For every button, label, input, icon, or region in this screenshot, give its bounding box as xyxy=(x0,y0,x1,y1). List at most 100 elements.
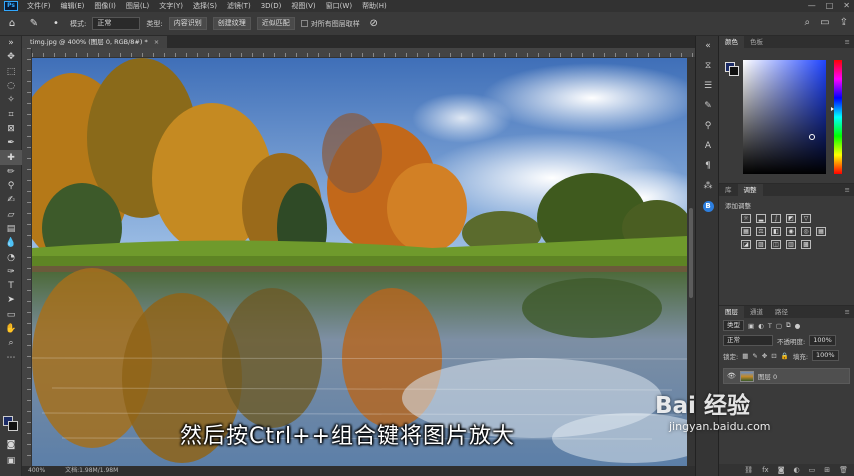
hand-tool-icon[interactable]: ✋ xyxy=(0,322,22,336)
filter-shape-icon[interactable]: ▢ xyxy=(776,322,782,330)
search-icon[interactable]: ⌕ xyxy=(805,17,811,28)
mode-select[interactable]: 正常 xyxy=(92,17,141,30)
blur-tool-icon[interactable]: 💧 xyxy=(0,236,22,250)
share-icon[interactable]: ⇪ xyxy=(840,17,848,28)
content-aware-button[interactable]: 内容识别 xyxy=(168,17,207,30)
healing-brush-tool-icon[interactable]: ✚ xyxy=(0,150,22,165)
layer-row[interactable]: 👁 图层 0 xyxy=(723,368,850,384)
vibrance-icon[interactable]: ▽ xyxy=(801,214,811,223)
layers-menu-icon[interactable]: ≡ xyxy=(845,306,854,318)
marquee-tool-icon[interactable]: ⬚ xyxy=(0,65,22,79)
tab-color[interactable]: 颜色 xyxy=(719,36,744,48)
lock-artboard-icon[interactable]: ⊡ xyxy=(771,352,776,360)
patch-tool-preset-icon[interactable]: ✎ xyxy=(26,17,42,31)
quick-select-tool-icon[interactable]: ✧ xyxy=(0,93,22,107)
eyedropper-tool-icon[interactable]: ✒ xyxy=(0,136,22,150)
blend-mode-select[interactable]: 正常 xyxy=(723,335,773,346)
new-group-icon[interactable]: ▭ xyxy=(809,464,816,476)
lasso-tool-icon[interactable]: ◌ xyxy=(0,79,22,93)
zoom-tool-icon[interactable]: ⌕ xyxy=(0,336,22,350)
lock-position-icon[interactable]: ✥ xyxy=(762,352,767,360)
brush-size-picker-icon[interactable]: • xyxy=(48,17,64,31)
brightness-contrast-icon[interactable]: ☼ xyxy=(741,214,751,223)
layer-filter-select[interactable]: 类型 xyxy=(723,320,744,331)
filter-toggle-icon[interactable]: ● xyxy=(795,322,801,330)
close-tab-icon[interactable]: × xyxy=(154,38,159,46)
rectangle-tool-icon[interactable]: ▭ xyxy=(0,308,22,322)
menu-select[interactable]: 选择(S) xyxy=(188,1,222,11)
character-panel-icon[interactable]: A xyxy=(696,136,720,156)
dodge-tool-icon[interactable]: ◔ xyxy=(0,250,22,264)
history-panel-icon[interactable]: ⧖ xyxy=(696,56,720,76)
path-select-tool-icon[interactable]: ➤ xyxy=(0,293,22,307)
filter-adjust-icon[interactable]: ◐ xyxy=(758,322,764,330)
menu-edit[interactable]: 编辑(E) xyxy=(56,1,90,11)
workspace-icon[interactable]: ▭ xyxy=(820,17,829,28)
sample-all-layers-checkbox[interactable]: 对所有图层取样 xyxy=(300,19,360,29)
menu-layer[interactable]: 图层(L) xyxy=(121,1,154,11)
threshold-icon[interactable]: ◫ xyxy=(771,240,781,249)
close-button[interactable]: ✕ xyxy=(843,1,850,10)
new-adjustment-icon[interactable]: ◐ xyxy=(794,464,800,476)
color-field[interactable] xyxy=(743,60,826,174)
hue-slider[interactable] xyxy=(831,60,842,174)
opacity-field[interactable]: 100% xyxy=(809,335,836,346)
layer-name[interactable]: 图层 0 xyxy=(758,371,777,381)
menu-type[interactable]: 文字(Y) xyxy=(154,1,188,11)
history-brush-tool-icon[interactable]: ✍ xyxy=(0,193,22,207)
document-tab[interactable]: timg.jpg @ 400% (图层 0, RGB/8#) * × xyxy=(22,36,168,48)
new-layer-icon[interactable]: ⊞ xyxy=(824,464,830,476)
paragraph-panel-icon[interactable]: ¶ xyxy=(696,156,720,176)
checkbox-box[interactable] xyxy=(300,19,308,27)
zoom-level[interactable]: 400% xyxy=(28,466,45,476)
move-tool-icon[interactable]: ✥ xyxy=(0,50,22,64)
selective-color-icon[interactable]: ▩ xyxy=(801,240,811,249)
hue-slider-handle[interactable] xyxy=(831,107,834,111)
levels-icon[interactable]: ▂ xyxy=(756,214,766,223)
delete-layer-icon[interactable]: 🗑 xyxy=(839,464,848,476)
create-texture-button[interactable]: 创建纹理 xyxy=(212,17,251,30)
document-info[interactable]: 文档:1.98M/1.98M xyxy=(65,466,118,476)
proximity-match-button[interactable]: 近似匹配 xyxy=(256,17,295,30)
link-layers-icon[interactable]: ⛓ xyxy=(744,464,753,476)
color-balance-icon[interactable]: ⚖ xyxy=(756,227,766,236)
menu-3d[interactable]: 3D(D) xyxy=(256,2,287,10)
home-icon[interactable]: ⌂ xyxy=(4,17,20,31)
maximize-button[interactable]: □ xyxy=(826,1,834,10)
brush-settings-icon[interactable]: ✎ xyxy=(696,96,720,116)
behance-icon[interactable]: B xyxy=(696,196,720,216)
glyphs-panel-icon[interactable]: ⁂ xyxy=(696,176,720,196)
tab-paths[interactable]: 路径 xyxy=(769,306,794,318)
lock-paint-icon[interactable]: ✎ xyxy=(752,352,757,360)
crop-tool-icon[interactable]: ⌗ xyxy=(0,107,22,121)
tab-adjustments[interactable]: 调整 xyxy=(737,184,763,196)
photo-filter-icon[interactable]: ◉ xyxy=(786,227,796,236)
more-tools-icon[interactable]: ⋯ xyxy=(0,351,22,365)
menu-window[interactable]: 窗口(W) xyxy=(321,1,357,11)
pressure-icon[interactable]: ⊘ xyxy=(366,17,382,31)
color-picker-handle[interactable] xyxy=(809,134,815,140)
pen-tool-icon[interactable]: ✑ xyxy=(0,265,22,279)
menu-file[interactable]: 文件(F) xyxy=(22,1,56,11)
tab-channels[interactable]: 通道 xyxy=(744,306,769,318)
tab-swatches[interactable]: 色板 xyxy=(744,36,769,48)
panel-collapse-icon[interactable]: » xyxy=(0,36,22,50)
panel-background-swatch[interactable] xyxy=(729,66,739,76)
type-tool-icon[interactable]: T xyxy=(0,279,22,293)
frame-tool-icon[interactable]: ⊠ xyxy=(0,122,22,136)
visibility-eye-icon[interactable]: 👁 xyxy=(727,372,736,380)
panel-menu-icon[interactable]: ≡ xyxy=(845,36,854,48)
menu-view[interactable]: 视图(V) xyxy=(286,1,320,11)
fill-field[interactable]: 100% xyxy=(812,350,839,361)
menu-filter[interactable]: 滤镜(T) xyxy=(222,1,256,11)
menu-help[interactable]: 帮助(H) xyxy=(357,1,392,11)
menu-image[interactable]: 图像(I) xyxy=(89,1,121,11)
lock-pixels-icon[interactable]: ▦ xyxy=(742,352,748,360)
gradient-tool-icon[interactable]: ▤ xyxy=(0,222,22,236)
gradient-map-icon[interactable]: ▥ xyxy=(786,240,796,249)
add-mask-icon[interactable]: ◙ xyxy=(778,464,785,476)
eraser-tool-icon[interactable]: ▱ xyxy=(0,208,22,222)
clone-stamp-tool-icon[interactable]: ⚲ xyxy=(0,179,22,193)
tab-libraries[interactable]: 库 xyxy=(719,184,738,196)
lock-all-icon[interactable]: 🔒 xyxy=(781,352,789,360)
